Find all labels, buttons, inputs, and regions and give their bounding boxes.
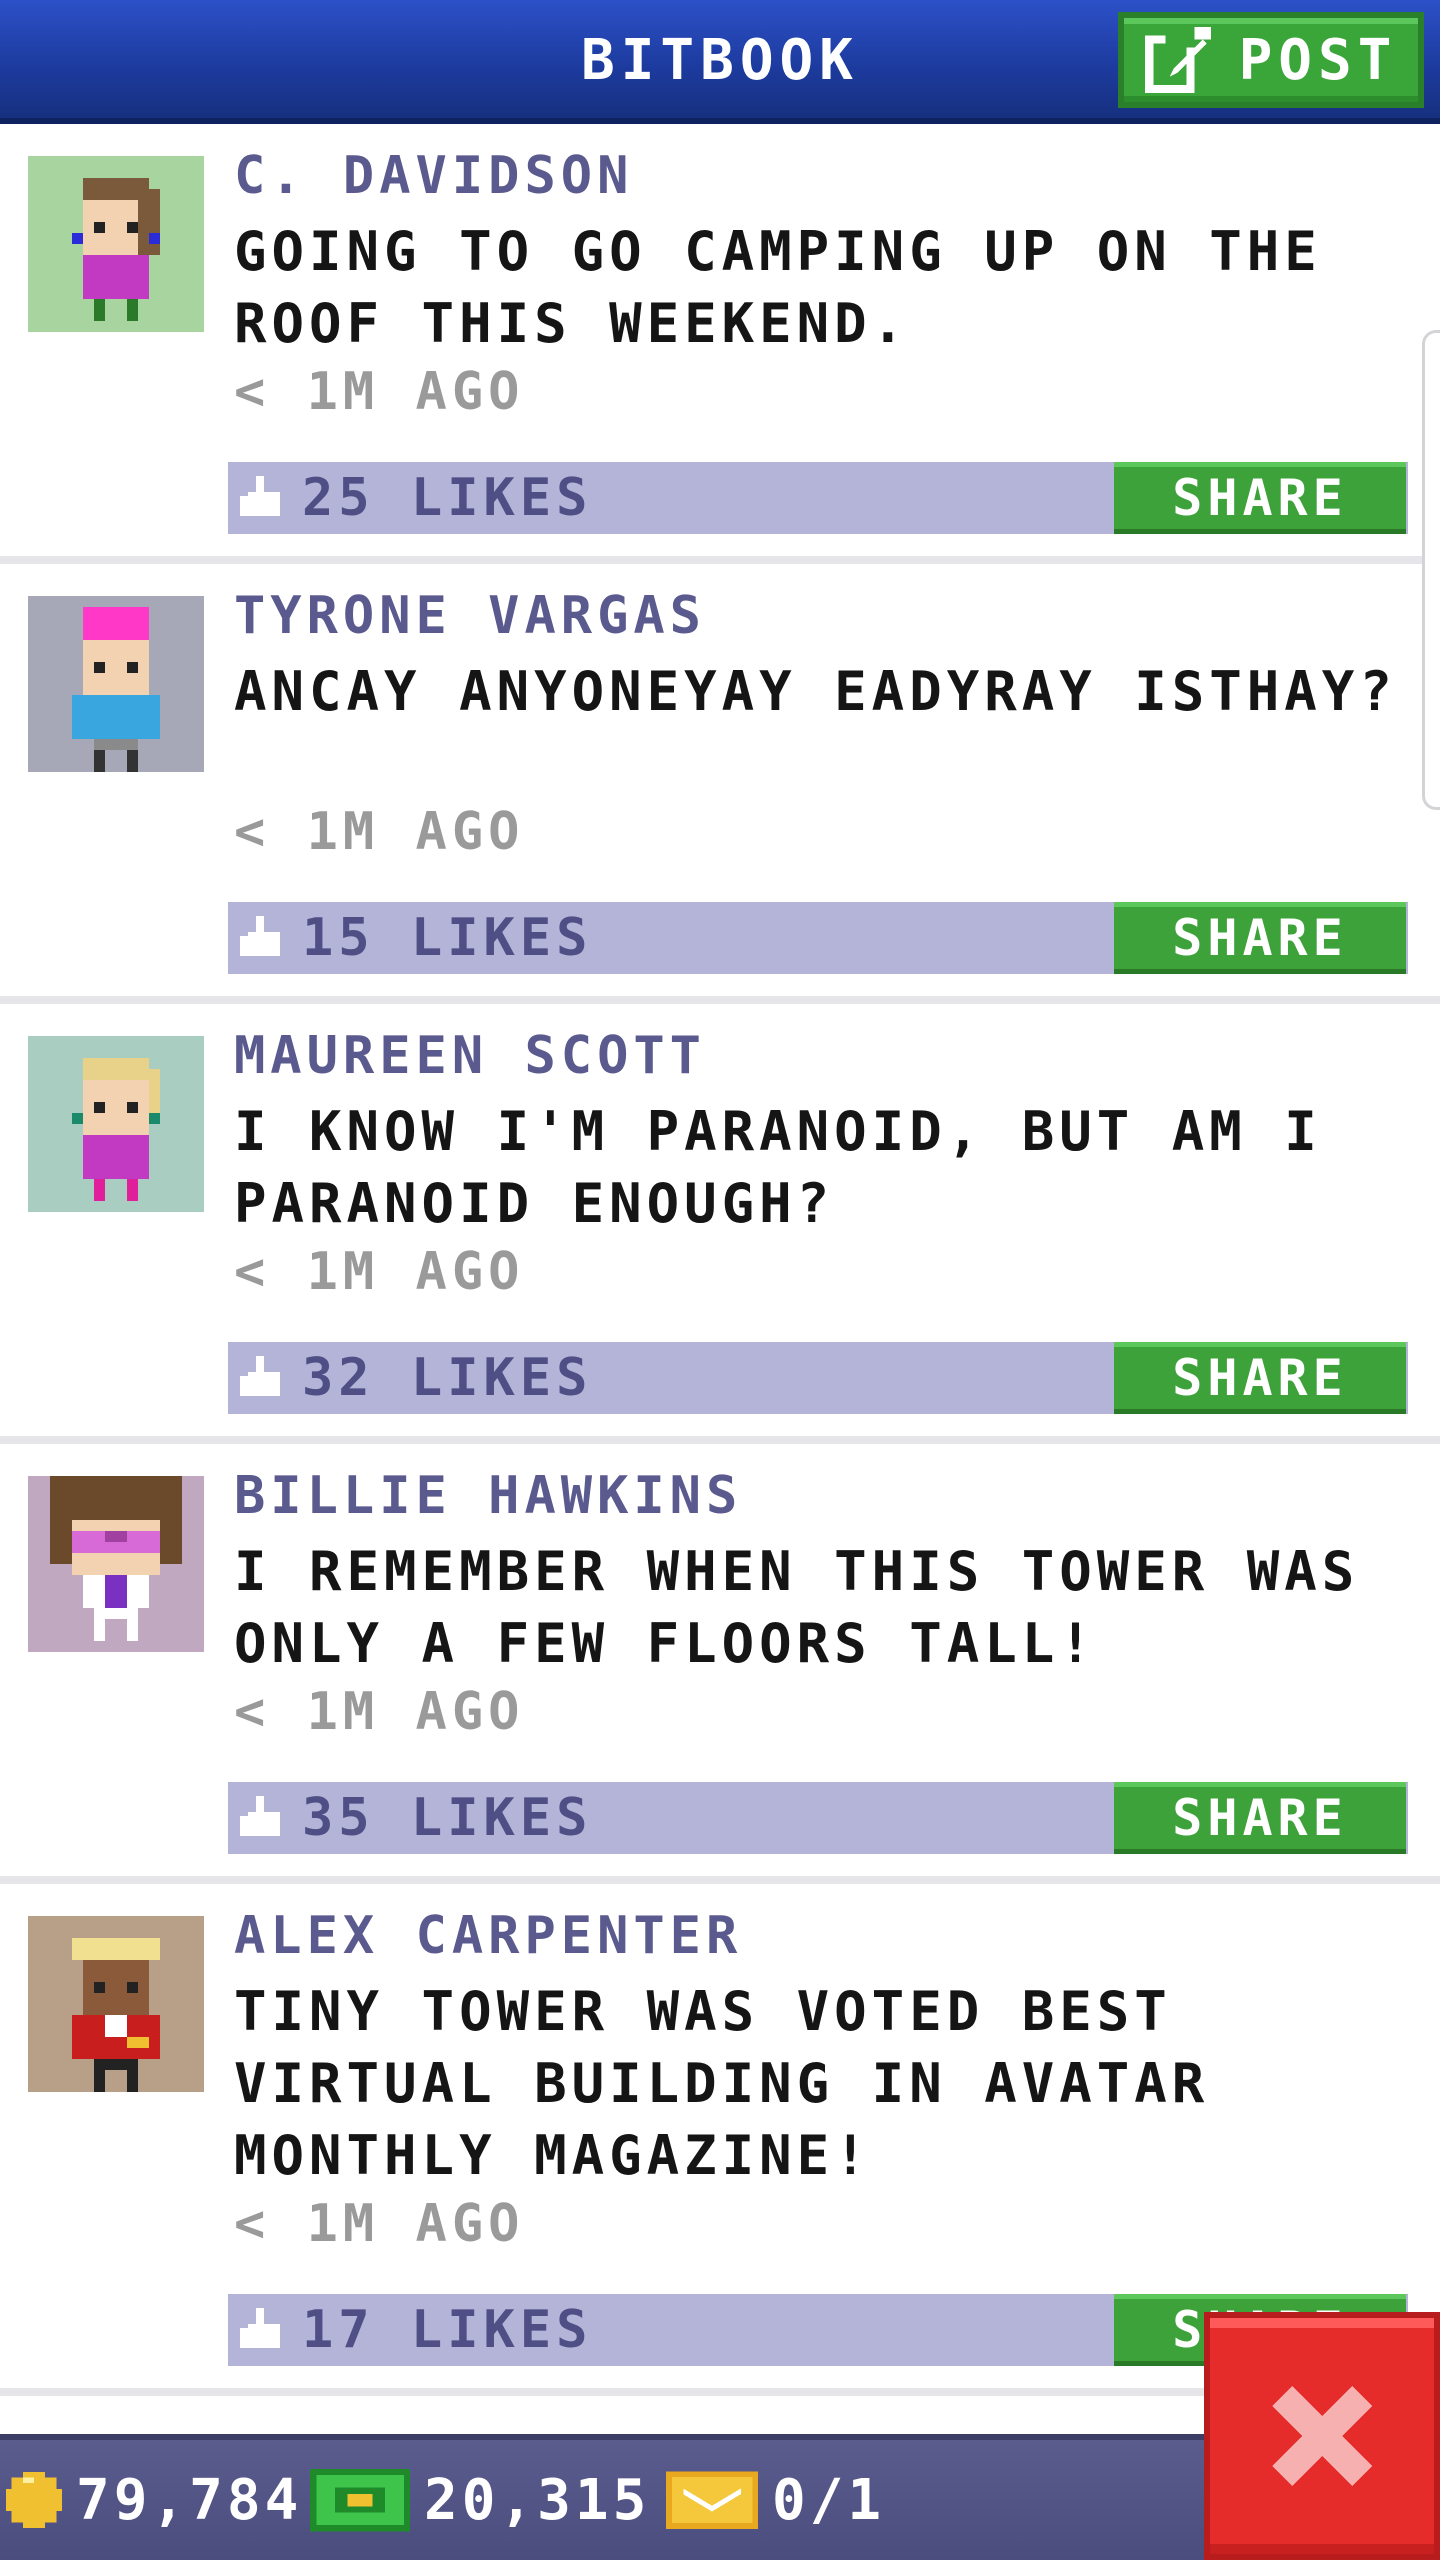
like-bar: 15 LIKES SHARE bbox=[228, 902, 1408, 974]
thumbs-up-icon bbox=[240, 1796, 280, 1836]
share-button[interactable]: SHARE bbox=[1114, 902, 1406, 974]
app-header: BITBOOK POST bbox=[0, 0, 1440, 124]
post-time: < 1M AGO bbox=[234, 1682, 525, 1742]
like-button[interactable]: 25 LIKES bbox=[240, 462, 592, 534]
coins-stat: 79,784 bbox=[6, 2440, 302, 2560]
post-author: ALEX CARPENTER bbox=[234, 1906, 743, 1966]
post-message: ANCAY ANYONEYAY EADYRAY ISTHAY? bbox=[234, 660, 1397, 723]
like-button[interactable]: 32 LIKES bbox=[240, 1342, 592, 1414]
post-button[interactable]: POST bbox=[1118, 12, 1424, 108]
feed-post: MAUREEN SCOTT I KNOW I'M PARANOID, BUT A… bbox=[0, 1004, 1440, 1444]
feed-post: BILLIE HAWKINS I REMEMBER WHEN THIS TOWE… bbox=[0, 1444, 1440, 1884]
avatar-icon bbox=[72, 1938, 160, 2092]
close-button[interactable] bbox=[1204, 2312, 1440, 2560]
share-button[interactable]: SHARE bbox=[1114, 1342, 1406, 1414]
share-button[interactable]: SHARE bbox=[1114, 1782, 1406, 1854]
avatar-icon bbox=[72, 178, 160, 321]
avatar[interactable] bbox=[28, 1036, 204, 1212]
post-time: < 1M AGO bbox=[234, 362, 525, 422]
thumbs-up-icon bbox=[240, 1356, 280, 1396]
like-bar: 35 LIKES SHARE bbox=[228, 1782, 1408, 1854]
bux-stat: 20,315 bbox=[310, 2440, 650, 2560]
avatar-icon bbox=[72, 607, 160, 772]
like-bar: 25 LIKES SHARE bbox=[228, 462, 1408, 534]
edit-icon bbox=[1144, 27, 1211, 93]
post-message: GOING TO GO CAMPING UP ON THE ROOF THIS … bbox=[234, 220, 1322, 355]
share-button[interactable]: SHARE bbox=[1114, 462, 1406, 534]
like-bar: 32 LIKES SHARE bbox=[228, 1342, 1408, 1414]
likes-count: 25 LIKES bbox=[302, 468, 593, 528]
post-message: TINY TOWER WAS VOTED BEST VIRTUAL BUILDI… bbox=[234, 1980, 1210, 2187]
thumbs-up-icon bbox=[240, 476, 280, 516]
likes-count: 17 LIKES bbox=[302, 2300, 593, 2360]
post-message: I KNOW I'M PARANOID, BUT AM I PARANOID E… bbox=[234, 1100, 1322, 1235]
post-feed[interactable]: C. DAVIDSON GOING TO GO CAMPING UP ON TH… bbox=[0, 124, 1440, 2434]
tickets-stat: 0/1 bbox=[666, 2440, 885, 2560]
thumbs-up-icon bbox=[240, 916, 280, 956]
avatar-icon bbox=[72, 1058, 160, 1201]
avatar[interactable] bbox=[28, 1916, 204, 2092]
post-time: < 1M AGO bbox=[234, 2194, 525, 2254]
bux-icon bbox=[310, 2468, 410, 2532]
like-button[interactable]: 15 LIKES bbox=[240, 902, 592, 974]
avatar[interactable] bbox=[28, 156, 204, 332]
like-button[interactable]: 35 LIKES bbox=[240, 1782, 592, 1854]
like-button[interactable]: 17 LIKES bbox=[240, 2294, 592, 2366]
post-button-label: POST bbox=[1238, 27, 1398, 93]
scrollbar[interactable] bbox=[1422, 330, 1440, 810]
likes-count: 35 LIKES bbox=[302, 1788, 593, 1848]
post-author: C. DAVIDSON bbox=[234, 146, 634, 206]
post-time: < 1M AGO bbox=[234, 1242, 525, 1302]
feed-post: C. DAVIDSON GOING TO GO CAMPING UP ON TH… bbox=[0, 124, 1440, 564]
coin-icon bbox=[6, 2472, 62, 2528]
close-icon bbox=[1272, 2386, 1372, 2486]
post-time: < 1M AGO bbox=[234, 802, 525, 862]
avatar[interactable] bbox=[28, 1476, 204, 1652]
post-author: MAUREEN SCOTT bbox=[234, 1026, 706, 1086]
post-message: I REMEMBER WHEN THIS TOWER WAS ONLY A FE… bbox=[234, 1540, 1360, 1675]
thumbs-up-icon bbox=[240, 2308, 280, 2348]
ticket-icon bbox=[666, 2471, 758, 2529]
tickets-value: 0/1 bbox=[772, 2467, 886, 2533]
coins-value: 79,784 bbox=[76, 2467, 303, 2533]
likes-count: 32 LIKES bbox=[302, 1348, 593, 1408]
likes-count: 15 LIKES bbox=[302, 908, 593, 968]
feed-post: TYRONE VARGAS ANCAY ANYONEYAY EADYRAY IS… bbox=[0, 564, 1440, 1004]
post-author: BILLIE HAWKINS bbox=[234, 1466, 743, 1526]
post-author: TYRONE VARGAS bbox=[234, 586, 706, 646]
avatar[interactable] bbox=[28, 596, 204, 772]
bux-value: 20,315 bbox=[424, 2467, 651, 2533]
avatar-icon bbox=[50, 1476, 182, 1641]
